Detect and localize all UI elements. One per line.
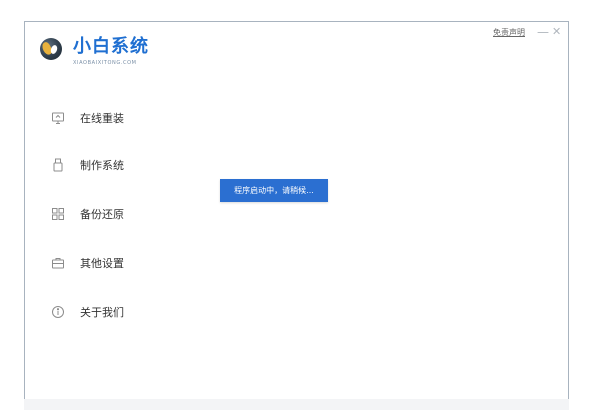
sidebar-item-other-settings[interactable]: 其他设置 <box>51 253 124 273</box>
monitor-icon <box>51 111 65 125</box>
app-window: 小白系统 XIAOBAIXITONG.COM 免责声明 — ✕ 在线重装 制作系… <box>24 21 569 405</box>
disclaimer-link[interactable]: 免责声明 <box>493 28 525 38</box>
sidebar-item-backup-restore[interactable]: 备份还原 <box>51 204 124 224</box>
loading-toast: 程序启动中，请稍候... <box>220 179 328 202</box>
toolbox-icon <box>51 256 65 270</box>
app-title: 小白系统 <box>73 36 149 57</box>
sidebar-item-make-system[interactable]: 制作系统 <box>51 155 124 175</box>
sidebar-item-label: 备份还原 <box>80 208 124 221</box>
minimize-button[interactable]: — <box>537 26 549 38</box>
close-button[interactable]: ✕ <box>552 26 561 38</box>
grid-icon <box>51 207 65 221</box>
usb-drive-icon <box>51 158 65 172</box>
sidebar-item-label: 关于我们 <box>80 306 124 319</box>
sidebar-item-label: 在线重装 <box>80 112 124 125</box>
sidebar-item-online-reinstall[interactable]: 在线重装 <box>51 108 124 128</box>
info-icon <box>51 305 65 319</box>
bottom-strip <box>24 399 569 410</box>
sidebar-item-label: 其他设置 <box>80 257 124 270</box>
logo-icon <box>40 38 62 60</box>
sidebar-item-label: 制作系统 <box>80 159 124 172</box>
app-subtitle: XIAOBAIXITONG.COM <box>73 60 137 66</box>
sidebar-item-about-us[interactable]: 关于我们 <box>51 302 124 322</box>
